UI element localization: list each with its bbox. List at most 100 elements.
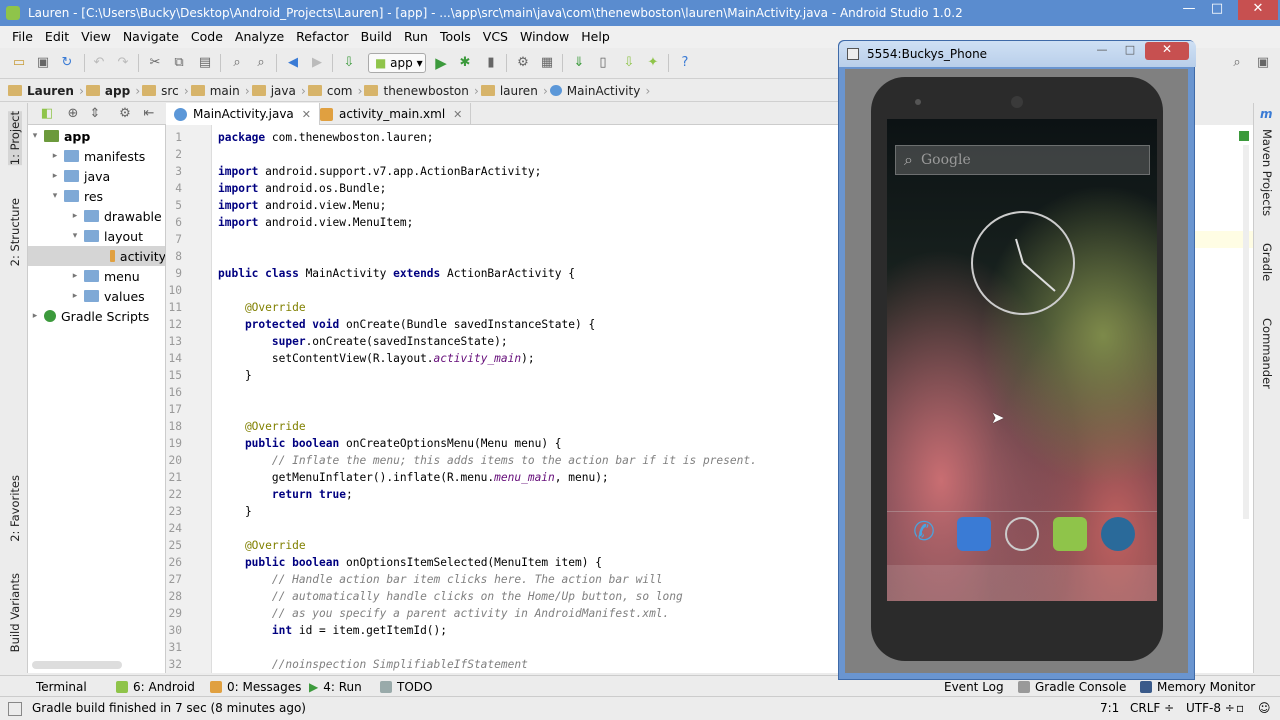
code-line[interactable]: // as you specify a parent activity in A… — [218, 605, 669, 622]
expand-arrow-icon[interactable]: ▾ — [68, 231, 82, 241]
menu-build[interactable]: Build — [355, 26, 398, 48]
caret-position[interactable]: 7:1 — [1100, 701, 1119, 715]
code-line[interactable]: public boolean onOptionsItemSelected(Men… — [218, 554, 602, 571]
tool-windows-icon[interactable] — [8, 702, 22, 716]
code-editor[interactable]: package com.thenewboston.lauren; import a… — [212, 125, 838, 673]
tool-window-android[interactable]: 6: Android — [116, 678, 195, 695]
help-icon[interactable]: ? — [676, 54, 694, 72]
emulator-minimize-button[interactable]: — — [1089, 43, 1115, 60]
phone-screen[interactable]: ⌕ Google ✆ — [887, 119, 1157, 601]
hide-pane-icon[interactable]: ⇤ — [140, 105, 158, 123]
tree-item[interactable]: ▸ drawable — [68, 206, 162, 226]
menu-window[interactable]: Window — [514, 26, 575, 48]
redo-icon[interactable]: ↷ — [114, 54, 132, 72]
tool-window-event-log[interactable]: Event Log — [944, 678, 1004, 695]
analog-clock-widget[interactable] — [969, 209, 1077, 317]
code-line[interactable]: @Override — [218, 299, 306, 316]
tool-window-messages[interactable]: 0: Messages — [210, 678, 301, 695]
menu-edit[interactable]: Edit — [39, 26, 75, 48]
tool-window-memory-monitor[interactable]: Memory Monitor — [1140, 678, 1255, 695]
cut-icon[interactable]: ✂ — [146, 54, 164, 72]
code-line[interactable]: @Override — [218, 418, 306, 435]
android-view-icon[interactable]: ◧ — [38, 105, 56, 123]
expand-arrow-icon[interactable]: ▸ — [68, 291, 82, 301]
code-line[interactable]: import android.os.Bundle; — [218, 180, 386, 197]
menu-refactor[interactable]: Refactor — [290, 26, 354, 48]
gear-icon[interactable]: ⚙ — [116, 105, 134, 123]
breadcrumb-item[interactable]: com — [307, 84, 365, 98]
vertical-scrollbar[interactable] — [1243, 145, 1249, 519]
tree-item[interactable]: ▾ app — [28, 126, 165, 146]
tree-item[interactable]: ▸ Gradle Scripts — [28, 306, 150, 326]
close-tab-icon[interactable]: ✕ — [453, 108, 462, 121]
menu-view[interactable]: View — [75, 26, 117, 48]
tree-item-selected[interactable]: activity — [28, 246, 165, 266]
breadcrumb-item[interactable]: thenewboston — [364, 84, 480, 98]
monitor-icon[interactable]: ✦ — [644, 54, 662, 72]
gradle-sync-icon[interactable]: ⇓ — [570, 54, 588, 72]
expand-arrow-icon[interactable]: ▸ — [48, 171, 62, 181]
messaging-app-icon[interactable] — [1053, 517, 1087, 551]
code-line[interactable]: public boolean onCreateOptionsMenu(Menu … — [218, 435, 562, 452]
avd-manager-icon[interactable]: ▯ — [594, 54, 612, 72]
horizontal-scrollbar[interactable] — [32, 661, 122, 669]
run-icon[interactable]: ▶ — [432, 54, 450, 72]
collapse-all-icon[interactable]: ⇕ — [86, 105, 104, 123]
expand-arrow-icon[interactable]: ▸ — [68, 271, 82, 281]
breadcrumb-item[interactable]: app — [85, 84, 142, 98]
menu-analyze[interactable]: Analyze — [229, 26, 290, 48]
breadcrumb-item[interactable]: MainActivity — [549, 84, 653, 98]
code-line[interactable]: import android.view.Menu; — [218, 197, 386, 214]
tree-item[interactable]: ▸ manifests — [48, 146, 146, 166]
debug-icon[interactable]: ✱ — [456, 54, 474, 72]
menu-vcs[interactable]: VCS — [477, 26, 514, 48]
project-structure-icon[interactable]: ▦ — [538, 54, 556, 72]
menu-help[interactable]: Help — [575, 26, 616, 48]
code-line[interactable]: setContentView(R.layout.activity_main); — [218, 350, 535, 367]
maximize-button[interactable]: □ — [1202, 0, 1232, 20]
expand-arrow-icon[interactable]: ▸ — [48, 151, 62, 161]
lock-icon[interactable]: ▫ — [1236, 701, 1244, 715]
tool-window-gradle[interactable]: Gradle — [1260, 243, 1274, 281]
open-folder-icon[interactable]: ▭ — [10, 54, 28, 72]
code-line[interactable]: package com.thenewboston.lauren; — [218, 129, 434, 146]
expand-arrow-icon[interactable]: ▸ — [28, 311, 42, 321]
tool-window-project[interactable]: 1: Project — [8, 111, 22, 166]
run-config-select[interactable]: ■ app ▾ — [368, 53, 426, 73]
code-line[interactable]: // Inflate the menu; this adds items to … — [218, 452, 757, 469]
tab-mainactivity-java[interactable]: MainActivity.java ✕ — [166, 103, 320, 125]
code-line[interactable]: getMenuInflater().inflate(R.menu.menu_ma… — [218, 469, 609, 486]
code-line[interactable]: import android.support.v7.app.ActionBarA… — [218, 163, 541, 180]
code-line[interactable]: protected void onCreate(Bundle savedInst… — [218, 316, 595, 333]
google-search-bar[interactable]: ⌕ Google — [895, 145, 1150, 175]
close-window-button[interactable]: ✕ — [1238, 0, 1278, 20]
tab-activity-main-xml[interactable]: activity_main.xml ✕ — [312, 103, 472, 125]
minimize-button[interactable]: — — [1174, 0, 1204, 20]
menu-file[interactable]: File — [6, 26, 39, 48]
expand-arrow-icon[interactable]: ▸ — [68, 211, 82, 221]
emulator-maximize-button[interactable]: □ — [1117, 43, 1143, 60]
expand-arrow-icon[interactable]: ▾ — [48, 191, 62, 201]
make-project-icon[interactable]: ⇩ — [340, 54, 358, 72]
save-all-icon[interactable]: ▣ — [34, 54, 52, 72]
tool-window-gradle-console[interactable]: Gradle Console — [1018, 678, 1126, 695]
tree-item[interactable]: ▾ layout — [68, 226, 143, 246]
file-encoding[interactable]: UTF-8 ÷ — [1186, 701, 1235, 715]
code-line[interactable]: @Override — [218, 537, 306, 554]
close-tab-icon[interactable]: ✕ — [302, 108, 311, 121]
menu-code[interactable]: Code — [185, 26, 229, 48]
back-icon[interactable]: ◀ — [284, 54, 302, 72]
tool-window-terminal[interactable]: Terminal — [36, 678, 87, 695]
tool-window-run[interactable]: ▶ 4: Run — [309, 678, 362, 695]
tree-item[interactable]: ▸ values — [68, 286, 145, 306]
paste-icon[interactable]: ▤ — [196, 54, 214, 72]
code-line[interactable]: //noinspection SimplifiableIfStatement — [218, 656, 528, 673]
browser-app-icon[interactable] — [1101, 517, 1135, 551]
scroll-from-source-icon[interactable]: ⊕ — [64, 105, 82, 123]
tool-window-favorites[interactable]: 2: Favorites — [8, 475, 22, 542]
code-line[interactable]: public class MainActivity extends Action… — [218, 265, 575, 282]
tool-window-todo[interactable]: TODO — [380, 678, 432, 695]
tool-window-build-variants[interactable]: Build Variants — [8, 573, 22, 652]
tree-item[interactable]: ▸ java — [48, 166, 110, 186]
tool-window-commander[interactable]: Commander — [1260, 318, 1274, 389]
